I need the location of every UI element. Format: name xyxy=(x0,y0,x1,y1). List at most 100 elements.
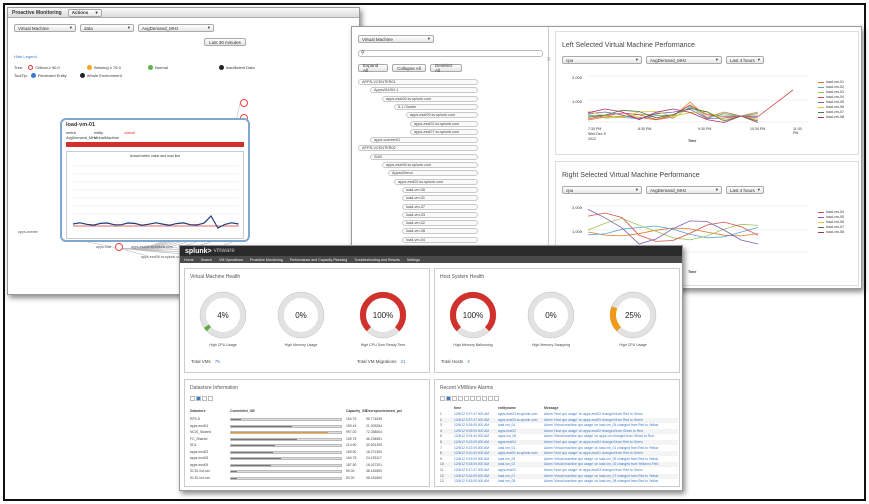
total-hosts-value[interactable]: 4 xyxy=(467,359,470,364)
menu-item[interactable]: VM Operations xyxy=(219,258,243,262)
tree-item[interactable]: load-vm-04 xyxy=(402,236,478,243)
table-row: apps-esxi03 164.75 24.193117 xyxy=(190,456,382,460)
alarms-pager[interactable] xyxy=(440,396,500,403)
tree-item[interactable]: load-vm-03 xyxy=(402,211,478,218)
tree-item[interactable]: load-vm-02 xyxy=(402,220,478,227)
datastore-pager[interactable] xyxy=(190,396,214,403)
tree-search-input[interactable]: ⚲ xyxy=(358,50,543,57)
tree-item[interactable]: load-vm-01 xyxy=(402,195,478,202)
alarm-row[interactable]: 7 12/6/12 9:22:09.000 AM load-vm_01 Alarm '… xyxy=(440,445,678,451)
tree-item[interactable]: APPS-VCENTER01 xyxy=(358,79,478,85)
legend-swatch xyxy=(818,226,824,228)
menu-item[interactable]: Settings xyxy=(407,258,420,262)
alarm-row[interactable]: 5 12/6/12 9:24:40.000 AM apps-vm_06 Alarm '… xyxy=(440,434,678,440)
tree-item[interactable]: apps-esxi08.sv.splunk.com xyxy=(382,162,478,168)
committed-bar-fill xyxy=(231,419,241,420)
alarm-row[interactable]: 10 12/6/12 9:18:09.000 AM load-vm_02 Alarm … xyxy=(440,462,678,468)
tree-item[interactable]: apps-esxi06.sv.splunk.com xyxy=(382,95,478,102)
alarm-row[interactable]: 6 12/6/12 9:23:09.000 AM apps-esxi04 Alarm … xyxy=(440,440,678,445)
alarm-row[interactable]: 1 12/6/12 9:27:47.000 AM apps-esxi03.sv.sp… xyxy=(440,412,678,417)
x-tick: 7:30 PM xyxy=(588,127,602,131)
alarm-row[interactable]: 9 12/6/12 9:19:09.000 AM load-vm_05 Alarm '… xyxy=(440,456,678,462)
legend-swatch xyxy=(818,221,824,223)
tree-type-select[interactable]: Virtual Machine ▾ xyxy=(358,35,434,43)
right-legend: load-vm-04 load-vm-05 load-vm-06 load-vm-07… xyxy=(818,210,844,235)
committed-bar-fill xyxy=(231,445,275,446)
x-axis-title: Time xyxy=(688,139,697,143)
committed-bar-fill xyxy=(231,477,237,479)
committed-bar-fill xyxy=(231,438,297,440)
x-tick: 10:30 PM xyxy=(750,127,766,131)
vm-gauge-cpu-label: High CPU Usage xyxy=(209,343,237,347)
search-icon: ⚲ xyxy=(361,50,365,56)
tree-item[interactable]: apps-esxi02.sv.splunk.com xyxy=(410,120,478,127)
chevron-down-icon: ▾ xyxy=(757,57,760,62)
committed-bar-fill xyxy=(231,458,281,459)
tree-node-host[interactable] xyxy=(115,243,123,251)
tree-item[interactable]: load-vm-07 xyxy=(402,203,478,210)
vm-gauge-mem-value: 0% xyxy=(295,311,307,320)
table-row: NCIS_Shared 997.00 72.338004 xyxy=(190,430,383,434)
alarm-row[interactable]: 4 12/6/12 9:25:09.000 AM apps-esxi02 Alarm … xyxy=(440,428,678,434)
left-y-1000: 1,000 xyxy=(572,99,583,104)
right-cpu-select[interactable]: cpu ▾ xyxy=(562,186,642,194)
table-row: apps-esxi02 189.50 18.271300 xyxy=(190,449,383,454)
table-row: SD1 214.50 30.901309 xyxy=(190,443,383,447)
popup-chart: Actual metric value and max line xyxy=(66,151,244,239)
total-migrations-value[interactable]: 21 xyxy=(401,359,406,364)
total-vms-value[interactable]: 75 xyxy=(215,359,220,364)
menu-item[interactable]: Home xyxy=(184,258,194,262)
datastore-title: Datastore Information xyxy=(190,385,239,391)
tree-item[interactable]: APPS-VCENTER02 xyxy=(358,145,478,152)
tree-item[interactable]: AppsvDASH-1 xyxy=(370,87,478,94)
collapse-all-button[interactable]: Collapse All xyxy=(392,64,426,72)
tree-item[interactable]: AppsvDemo xyxy=(388,170,478,177)
tree-item[interactable]: 5.1 Cluster xyxy=(394,103,478,110)
alarm-row[interactable]: 12 12/6/12 9:16:09.000 AM load-vm_07 Alarm … xyxy=(440,473,678,479)
menu-item[interactable]: Performance and Capacity Planning xyxy=(290,258,348,262)
left-vm-performance-panel: Left Selected Virtual Machine Performanc… xyxy=(555,31,859,155)
tree-item[interactable]: load-vm-08 xyxy=(402,228,478,235)
host-gauge-cpu-label: High CPU Usage xyxy=(619,343,647,347)
right-metric-select[interactable]: AvgDemand_MHz ▾ xyxy=(646,186,722,194)
left-metric-select[interactable]: AvgDemand_MHz ▾ xyxy=(646,56,722,64)
tree-node[interactable] xyxy=(240,99,248,107)
splunk-logo: splunk> xyxy=(185,247,212,255)
menu-item[interactable]: Troubleshooting and Results xyxy=(354,258,400,262)
right-panel-title: Right Selected Virtual Machine Performan… xyxy=(562,172,700,179)
alarm-row[interactable]: 13 12/6/12 9:15:09.000 AM load-vm_08 Alarm … xyxy=(440,479,678,485)
expand-all-button[interactable]: Expand All xyxy=(358,63,388,73)
legend-swatch xyxy=(818,216,824,218)
popup-chart-plot xyxy=(72,165,239,229)
total-hosts-stat: Total Hosts 4 xyxy=(441,359,470,364)
host-gauge-swapping-value: 0% xyxy=(545,311,557,320)
tree-item[interactable]: apps-esxi09.sv.splunk.com xyxy=(406,112,478,119)
alarm-row[interactable]: 3 12/6/12 9:26:09.000 AM load-vm_04 Alarm '… xyxy=(440,423,678,429)
alarm-row[interactable]: 2 12/6/12 9:27:47.000 AM apps-esxi03.sv.sp… xyxy=(440,417,678,423)
menu-item[interactable]: Search xyxy=(201,258,212,262)
alarms-title: Recent VMWare Alarms xyxy=(440,385,494,391)
alarm-row[interactable]: 11 12/6/12 9:17:47.000 AM apps-esxi03 Alarm… xyxy=(440,468,678,473)
tree-item[interactable]: load-vm-06 xyxy=(402,186,478,193)
tree-item[interactable]: apps-vcenter01 xyxy=(370,137,478,144)
deselect-all-button[interactable]: Deselect All xyxy=(430,63,462,73)
vmware-dashboard-window: splunk> vmware Home Search VM Operations Pr… xyxy=(179,245,683,491)
left-y-2000: 2,000 xyxy=(572,75,583,80)
table-row: apps-esxi01 190.44 21.003254 xyxy=(190,423,383,428)
right-time-select[interactable]: Last 4 hours ▾ xyxy=(726,186,764,194)
table-row: apps-esxi04 187.50 16.027201 xyxy=(190,462,383,467)
tree-item[interactable]: apps-esxi07.sv.splunk.com xyxy=(410,128,478,135)
left-time-select[interactable]: Last 4 hours ▾ xyxy=(726,56,764,64)
tree-item[interactable]: apps-esxi02.sv.splunk.com xyxy=(394,178,478,185)
menu-item[interactable]: Proactive Monitoring xyxy=(250,258,283,262)
right-y-1000: 1,000 xyxy=(572,229,583,234)
vm-gauge-mem-label: High Memory Usage xyxy=(284,343,318,347)
committed-bar-fill xyxy=(231,432,328,433)
alarm-row[interactable]: 8 12/6/12 9:20:40.000 AM apps-esxi01.sv.sp… xyxy=(440,451,678,457)
tree-node-esxi06-label: apps-esxi06.sv.splunk.com xyxy=(141,255,183,259)
tree-node-esxi02-label: apps-esxi02.sv.splunk.com xyxy=(131,245,173,249)
chevron-down-icon: ▾ xyxy=(715,57,718,62)
tree-item[interactable]: SUB xyxy=(370,153,478,160)
x-sub-year: 2012 xyxy=(588,137,596,141)
left-cpu-select[interactable]: cpu ▾ xyxy=(562,56,642,64)
